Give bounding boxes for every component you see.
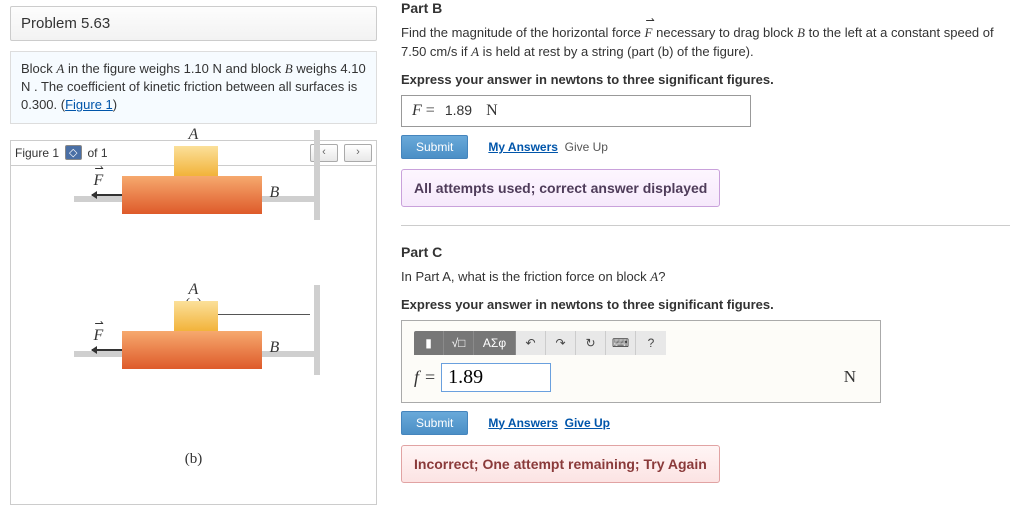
part-b-answer-display: F = 1.89 N bbox=[401, 95, 751, 127]
desc-text: in the figure weighs 1.10 bbox=[64, 61, 212, 76]
label-b: B bbox=[270, 339, 280, 357]
figure-canvas: A B F (a) A B F (b) bbox=[10, 165, 377, 505]
part-c-input-area: ▮ √□ ΑΣφ ↶ ↷ ↻ ⌨ ? f = N bbox=[401, 320, 881, 403]
my-answers-link[interactable]: My Answers bbox=[488, 140, 558, 154]
part-b-instructions: Express your answer in newtons to three … bbox=[401, 72, 1010, 87]
part-b-feedback: All attempts used; correct answer displa… bbox=[401, 169, 720, 207]
part-c-title: Part C bbox=[401, 244, 1010, 260]
submit-button[interactable]: Submit bbox=[401, 411, 468, 435]
tool-template-icon[interactable]: ▮ bbox=[414, 331, 444, 355]
figure-link[interactable]: Figure 1 bbox=[65, 97, 113, 112]
answer-input[interactable] bbox=[441, 363, 551, 392]
unit-n: N bbox=[21, 79, 30, 94]
var-b: B bbox=[285, 61, 293, 76]
figure-next-button[interactable]: › bbox=[344, 144, 372, 162]
q-text: is held at rest by a string (part (b) of… bbox=[479, 44, 754, 59]
desc-text: ) bbox=[113, 97, 117, 112]
tool-sqrt-icon[interactable]: √□ bbox=[444, 331, 474, 355]
label-b: B bbox=[270, 184, 280, 202]
var-f: F bbox=[645, 24, 653, 43]
separator bbox=[401, 225, 1010, 226]
label-f: F bbox=[94, 172, 104, 190]
answer-var: F bbox=[412, 102, 422, 119]
answer-var: f bbox=[414, 367, 419, 388]
label-f: F bbox=[94, 327, 104, 345]
part-c-actions: Submit My Answers Give Up bbox=[401, 411, 1010, 435]
q-text: Find the magnitude of the horizontal for… bbox=[401, 25, 645, 40]
answer-unit: N bbox=[486, 102, 498, 119]
part-c-question: In Part A, what is the friction force on… bbox=[401, 268, 1010, 287]
tool-reset-icon[interactable]: ↻ bbox=[576, 331, 606, 355]
q-units: cm/s bbox=[430, 44, 457, 59]
tool-undo-icon[interactable]: ↶ bbox=[516, 331, 546, 355]
tool-redo-icon[interactable]: ↷ bbox=[546, 331, 576, 355]
desc-text: weighs 4.10 bbox=[293, 61, 366, 76]
part-c-instructions: Express your answer in newtons to three … bbox=[401, 297, 1010, 312]
answer-unit: N bbox=[844, 367, 856, 387]
desc-text: Block bbox=[21, 61, 56, 76]
unit-n: N bbox=[213, 61, 222, 76]
submit-button[interactable]: Submit bbox=[401, 135, 468, 159]
figure-select[interactable]: ◇ bbox=[65, 145, 81, 160]
tool-help-icon[interactable]: ? bbox=[636, 331, 666, 355]
part-b-question: Find the magnitude of the horizontal for… bbox=[401, 24, 1010, 62]
give-up-link[interactable]: Give Up bbox=[565, 140, 608, 154]
label-a: A bbox=[189, 126, 199, 144]
my-answers-link[interactable]: My Answers bbox=[488, 416, 558, 430]
answer-eq: = bbox=[425, 367, 435, 388]
part-b-title: Part B bbox=[401, 0, 1010, 16]
figure-count: of 1 bbox=[88, 146, 108, 160]
desc-text: and block bbox=[222, 61, 285, 76]
q-text: ? bbox=[658, 269, 665, 284]
answer-eq: = bbox=[422, 102, 439, 119]
q-text: if bbox=[457, 44, 471, 59]
part-b-actions: Submit My Answers Give Up bbox=[401, 135, 1010, 159]
q-text: In Part A, what is the friction force on… bbox=[401, 269, 650, 284]
give-up-link[interactable]: Give Up bbox=[565, 416, 610, 430]
q-text: necessary to drag block bbox=[653, 25, 798, 40]
answer-value: 1.89 bbox=[445, 102, 472, 118]
tool-keyboard-icon[interactable]: ⌨ bbox=[606, 331, 636, 355]
var-a: A bbox=[471, 44, 479, 59]
problem-title: Problem 5.63 bbox=[10, 6, 377, 41]
var-b: B bbox=[797, 25, 805, 40]
figure-label: Figure 1 bbox=[15, 146, 59, 160]
label-a: A bbox=[189, 281, 199, 299]
caption-b: (b) bbox=[185, 451, 203, 468]
equation-toolbar: ▮ √□ ΑΣφ ↶ ↷ ↻ ⌨ ? bbox=[414, 331, 666, 355]
problem-description: Block A in the figure weighs 1.10 N and … bbox=[10, 51, 377, 124]
part-c-feedback: Incorrect; One attempt remaining; Try Ag… bbox=[401, 445, 720, 483]
tool-greek-icon[interactable]: ΑΣφ bbox=[474, 331, 516, 355]
